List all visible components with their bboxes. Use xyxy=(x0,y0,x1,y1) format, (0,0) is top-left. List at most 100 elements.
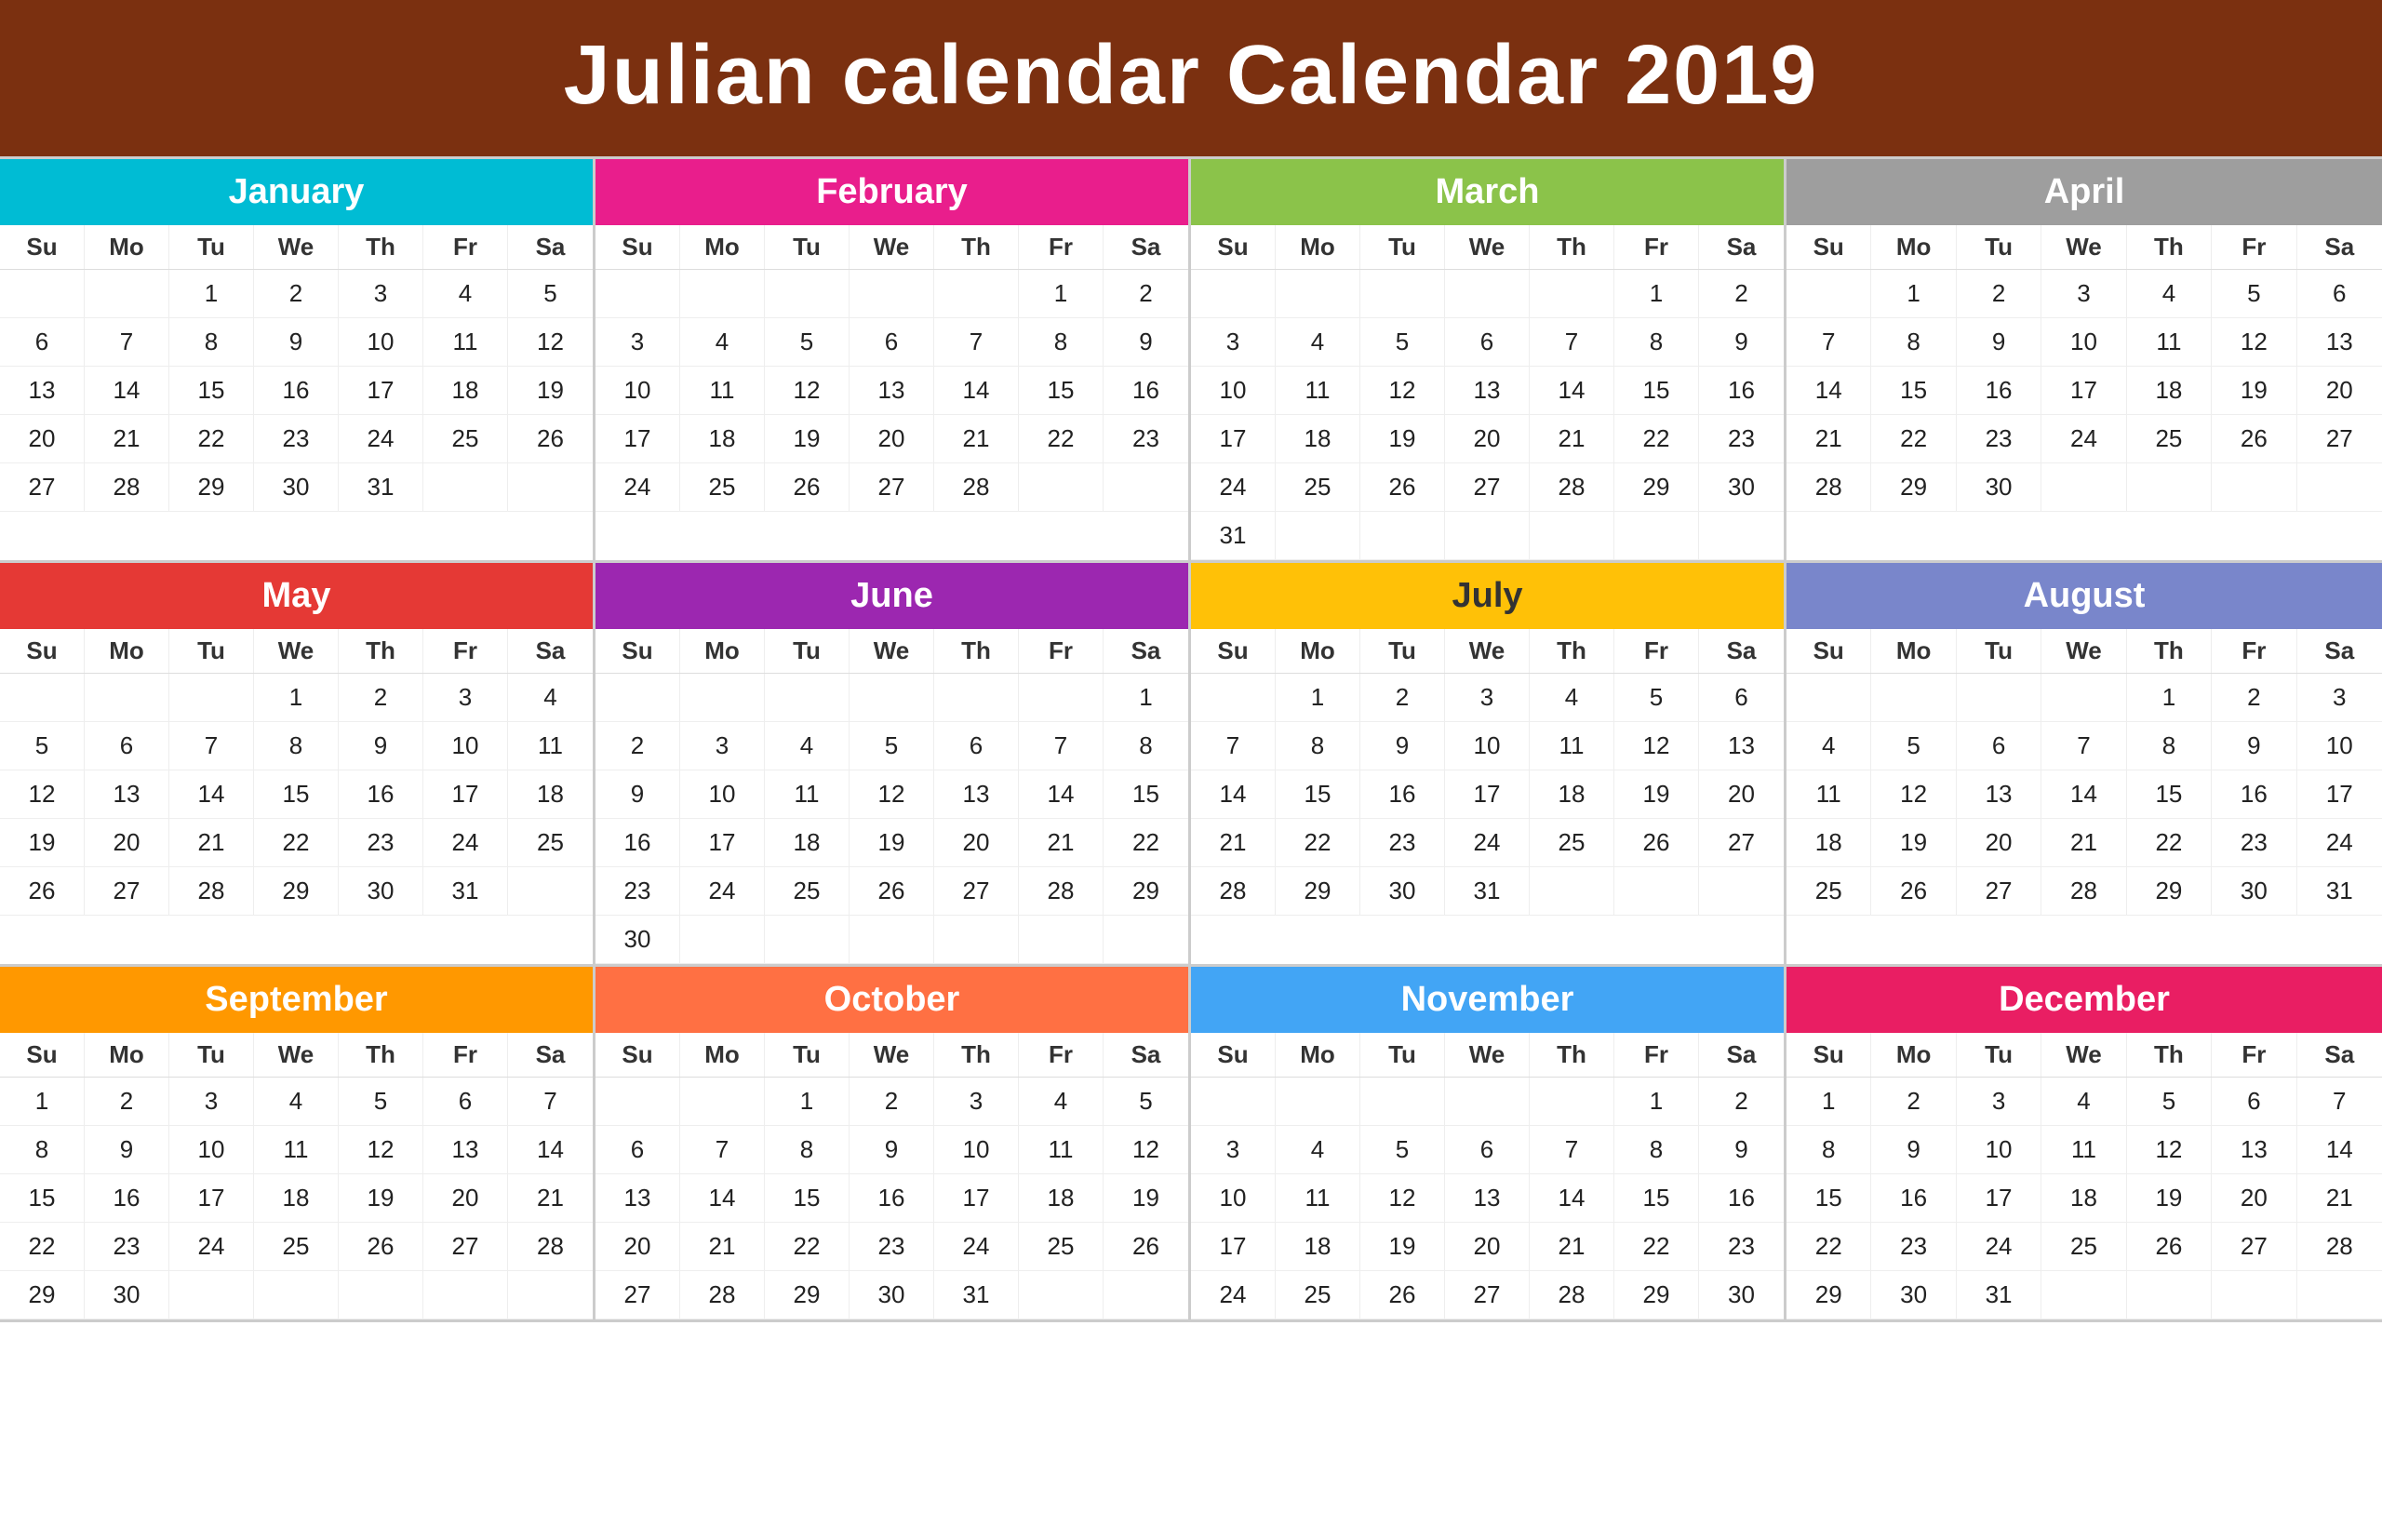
dow-row-may: SuMoTuWeThFrSa xyxy=(0,629,593,674)
day-cell: 1 xyxy=(1614,270,1699,318)
month-feb: FebruarySuMoTuWeThFrSa123456789101112131… xyxy=(596,159,1191,563)
day-cell: 27 xyxy=(85,867,169,916)
day-cell: 10 xyxy=(339,318,423,367)
days-grid-dec: 1234567891011121314151617181920212223242… xyxy=(1786,1078,2382,1319)
day-cell: 7 xyxy=(85,318,169,367)
day-cell: 9 xyxy=(254,318,339,367)
empty-day xyxy=(2297,1271,2382,1319)
days-grid-jan: 1234567891011121314151617181920212223242… xyxy=(0,270,593,512)
dow-label: Tu xyxy=(1957,225,2041,269)
month-jun: JuneSuMoTuWeThFrSa1234567891011121314151… xyxy=(596,563,1191,967)
day-cell: 14 xyxy=(1530,367,1614,415)
day-cell: 6 xyxy=(1699,674,1784,722)
month-header-nov: November xyxy=(1191,967,1784,1033)
day-cell: 10 xyxy=(2041,318,2126,367)
empty-day xyxy=(1360,270,1445,318)
day-cell: 22 xyxy=(1614,1223,1699,1271)
dow-label: Fr xyxy=(1019,629,1104,673)
day-cell: 15 xyxy=(1871,367,1956,415)
day-cell: 16 xyxy=(1104,367,1188,415)
day-cell: 7 xyxy=(2041,722,2126,770)
dow-label: Sa xyxy=(1104,225,1188,269)
day-cell: 19 xyxy=(2127,1174,2212,1223)
empty-day xyxy=(1019,463,1104,512)
day-cell: 24 xyxy=(596,463,680,512)
empty-day xyxy=(339,1271,423,1319)
day-cell: 3 xyxy=(680,722,765,770)
day-cell: 13 xyxy=(1445,367,1530,415)
day-cell: 2 xyxy=(1699,270,1784,318)
day-cell: 30 xyxy=(2212,867,2296,916)
day-cell: 7 xyxy=(508,1078,593,1126)
empty-day xyxy=(1104,1271,1188,1319)
day-cell: 23 xyxy=(2212,819,2296,867)
day-cell: 4 xyxy=(1530,674,1614,722)
day-cell: 31 xyxy=(1191,512,1276,560)
day-cell: 4 xyxy=(254,1078,339,1126)
dow-label: Tu xyxy=(1957,1033,2041,1077)
day-cell: 10 xyxy=(169,1126,254,1174)
day-cell: 20 xyxy=(1445,415,1530,463)
day-cell: 5 xyxy=(0,722,85,770)
month-dec: DecemberSuMoTuWeThFrSa123456789101112131… xyxy=(1786,967,2382,1322)
day-cell: 21 xyxy=(1019,819,1104,867)
dow-label: We xyxy=(1445,1033,1530,1077)
dow-label: Tu xyxy=(765,225,850,269)
day-cell: 17 xyxy=(596,415,680,463)
day-cell: 25 xyxy=(1019,1223,1104,1271)
day-cell: 11 xyxy=(2127,318,2212,367)
day-cell: 23 xyxy=(85,1223,169,1271)
day-cell: 20 xyxy=(934,819,1019,867)
day-cell: 6 xyxy=(0,318,85,367)
dow-label: Th xyxy=(934,1033,1019,1077)
day-cell: 11 xyxy=(1276,367,1360,415)
dow-label: Th xyxy=(1530,1033,1614,1077)
calendar-grid: JanuarySuMoTuWeThFrSa1234567891011121314… xyxy=(0,156,2382,1322)
empty-day xyxy=(2212,463,2296,512)
dow-label: Fr xyxy=(2212,225,2296,269)
day-cell: 13 xyxy=(2212,1126,2296,1174)
day-cell: 12 xyxy=(1871,770,1956,819)
day-cell: 28 xyxy=(2297,1223,2382,1271)
day-cell: 25 xyxy=(765,867,850,916)
day-cell: 26 xyxy=(850,867,934,916)
empty-day xyxy=(1445,512,1530,560)
day-cell: 26 xyxy=(339,1223,423,1271)
empty-day xyxy=(1871,674,1956,722)
day-cell: 3 xyxy=(1445,674,1530,722)
day-cell: 19 xyxy=(1360,415,1445,463)
month-header-mar: March xyxy=(1191,159,1784,225)
dow-label: Tu xyxy=(765,629,850,673)
day-cell: 19 xyxy=(508,367,593,415)
day-cell: 9 xyxy=(1957,318,2041,367)
day-cell: 17 xyxy=(934,1174,1019,1223)
month-header-jan: January xyxy=(0,159,593,225)
day-cell: 30 xyxy=(1957,463,2041,512)
day-cell: 19 xyxy=(339,1174,423,1223)
empty-day xyxy=(1191,270,1276,318)
day-cell: 21 xyxy=(85,415,169,463)
day-cell: 18 xyxy=(1530,770,1614,819)
day-cell: 21 xyxy=(1786,415,1871,463)
day-cell: 17 xyxy=(1957,1174,2041,1223)
day-cell: 18 xyxy=(1786,819,1871,867)
day-cell: 29 xyxy=(765,1271,850,1319)
day-cell: 3 xyxy=(934,1078,1019,1126)
dow-label: Th xyxy=(339,225,423,269)
day-cell: 23 xyxy=(339,819,423,867)
day-cell: 4 xyxy=(2127,270,2212,318)
day-cell: 8 xyxy=(765,1126,850,1174)
day-cell: 11 xyxy=(508,722,593,770)
day-cell: 22 xyxy=(1614,415,1699,463)
dow-label: Tu xyxy=(1360,225,1445,269)
day-cell: 30 xyxy=(85,1271,169,1319)
day-cell: 24 xyxy=(934,1223,1019,1271)
day-cell: 29 xyxy=(1276,867,1360,916)
day-cell: 17 xyxy=(169,1174,254,1223)
day-cell: 27 xyxy=(596,1271,680,1319)
dow-label: We xyxy=(2041,629,2126,673)
days-grid-nov: 1234567891011121314151617181920212223242… xyxy=(1191,1078,1784,1319)
dow-label: Mo xyxy=(680,1033,765,1077)
empty-day xyxy=(2127,463,2212,512)
dow-row-sep: SuMoTuWeThFrSa xyxy=(0,1033,593,1078)
